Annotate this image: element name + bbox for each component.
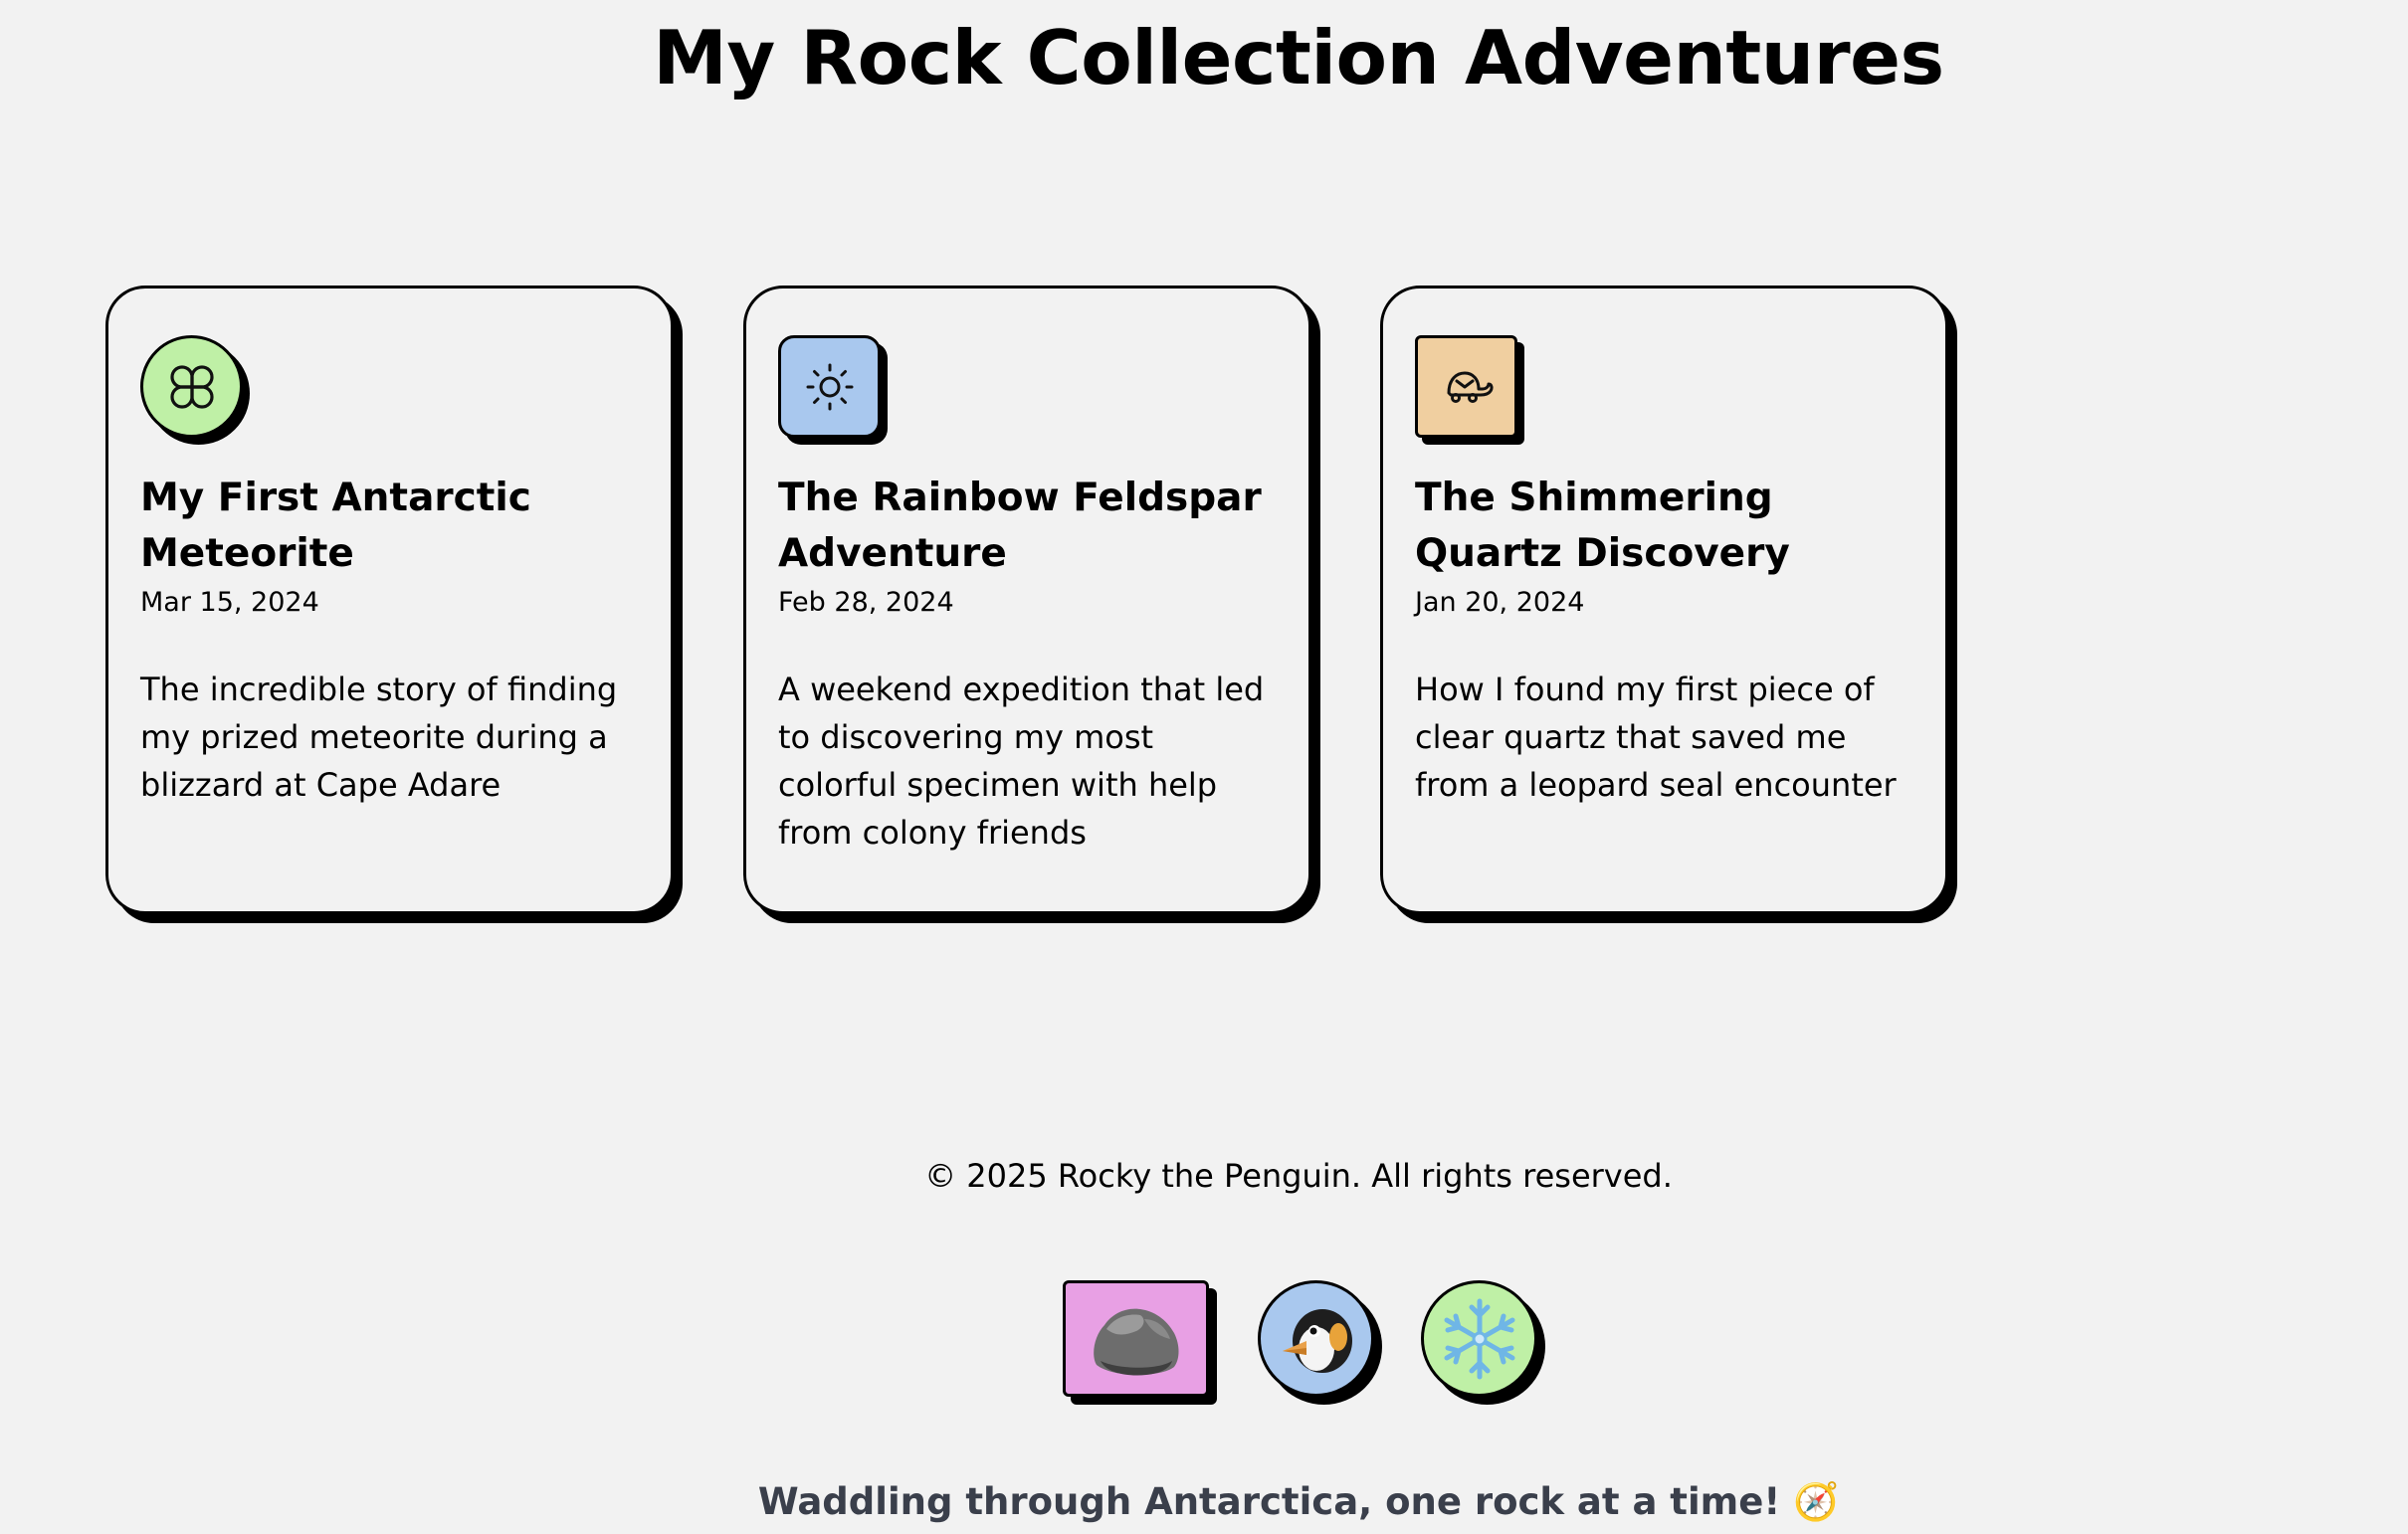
post-title[interactable]: The Rainbow Feldspar Adventure	[778, 471, 1277, 582]
page-title: My Rock Collection Adventures	[653, 14, 1944, 101]
post-card[interactable]: The Shimmering Quartz Discovery Jan 20, …	[1380, 286, 1948, 914]
copyright-text: © 2025 Rocky the Penguin. All rights res…	[924, 1157, 1673, 1195]
clover-icon	[169, 364, 214, 409]
rock-icon	[1093, 1308, 1178, 1375]
sun-icon	[806, 363, 853, 410]
post-title[interactable]: My First Antarctic Meteorite	[140, 471, 639, 582]
penguin-icon	[1282, 1308, 1352, 1373]
post-card[interactable]: My First Antarctic Meteorite Mar 15, 202…	[105, 286, 674, 914]
post-title[interactable]: The Shimmering Quartz Discovery	[1415, 471, 1913, 582]
post-icon-badge	[1415, 335, 1517, 438]
post-date: Feb 28, 2024	[778, 587, 954, 618]
post-excerpt: A weekend expedition that led to discove…	[778, 671, 1265, 852]
rock-badge-button[interactable]	[1063, 1280, 1209, 1397]
post-excerpt: The incredible story of finding my prize…	[140, 671, 618, 804]
snowflake-badge-button[interactable]	[1421, 1280, 1537, 1397]
post-date: Mar 15, 2024	[140, 587, 319, 618]
turtle-icon	[1447, 371, 1494, 403]
footer-tagline: Waddling through Antarctica, one rock at…	[757, 1480, 1840, 1523]
post-icon-badge	[140, 335, 243, 438]
penguin-badge-button[interactable]	[1258, 1280, 1374, 1397]
post-icon-badge	[778, 335, 881, 438]
snowflake-icon	[1444, 1298, 1514, 1379]
post-date: Jan 20, 2024	[1415, 587, 1585, 618]
post-excerpt: How I found my first piece of clear quar…	[1415, 671, 1897, 804]
post-card[interactable]: The Rainbow Feldspar Adventure Feb 28, 2…	[743, 286, 1311, 914]
